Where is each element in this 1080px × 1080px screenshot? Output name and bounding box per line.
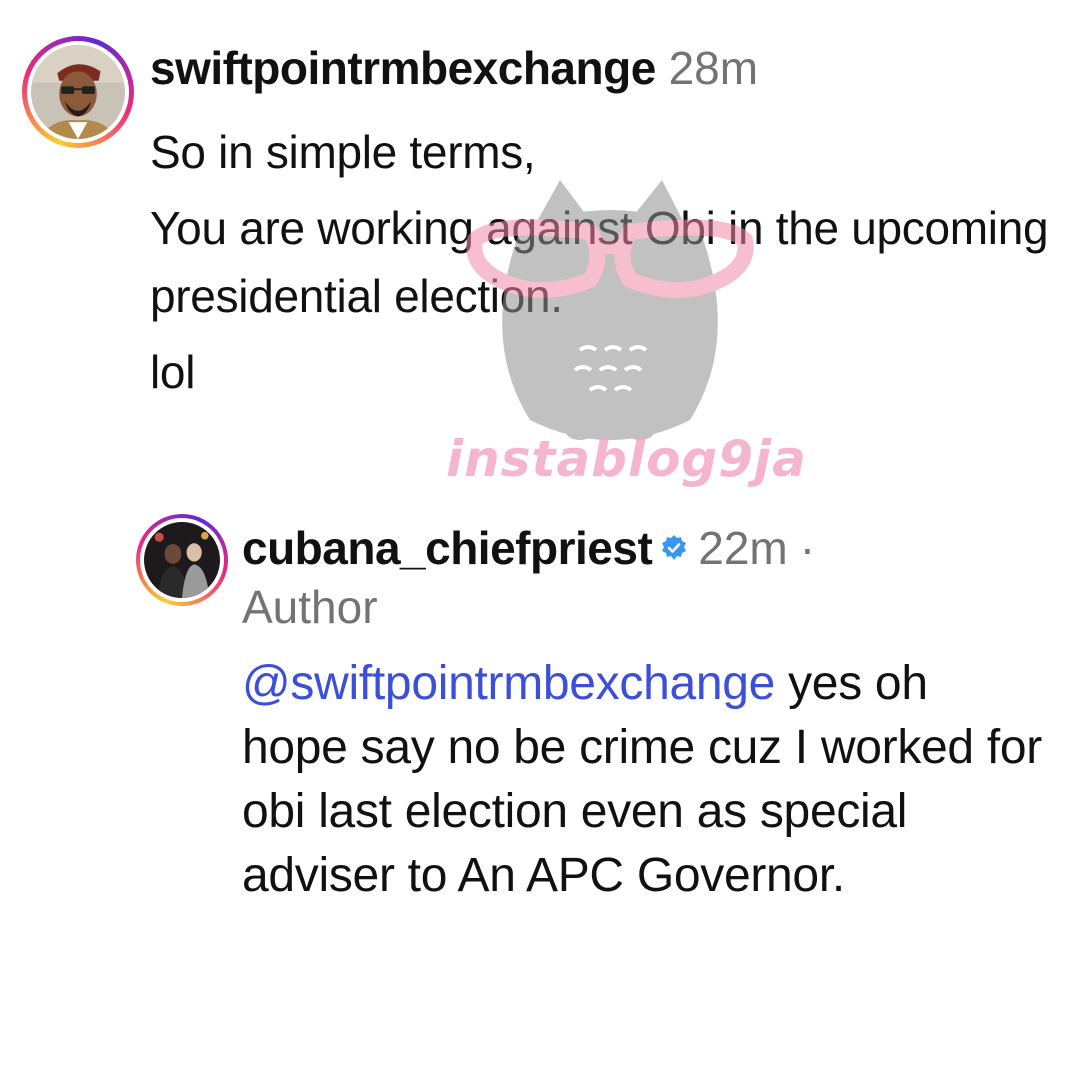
username-link[interactable]: cubana_chiefpriest xyxy=(242,519,653,577)
comment-header: cubana_chiefpriest 22m · xyxy=(242,519,815,577)
comment-line: So in simple terms, xyxy=(150,126,536,178)
mention-link[interactable]: @swiftpointrmbexchange xyxy=(242,657,775,710)
comment-timestamp: 22m xyxy=(698,522,788,574)
comment-body: So in simple terms, You are working agai… xyxy=(150,118,1050,406)
avatar-gap xyxy=(140,518,224,602)
comment-timestamp: 28m xyxy=(668,42,759,94)
comment-header: swiftpointrmbexchange 28m xyxy=(150,40,758,96)
watermark-logo-text: instablog9ja xyxy=(446,430,807,488)
reply-body: @swiftpointrmbexchange yes oh hope say n… xyxy=(242,652,1042,908)
username-link[interactable]: swiftpointrmbexchange xyxy=(150,42,656,94)
author-label: Author xyxy=(242,581,378,633)
avatar-swiftpointrmbexchange[interactable] xyxy=(22,36,134,148)
comment-line: lol xyxy=(150,346,196,398)
avatar-gap xyxy=(27,41,129,143)
comment-line: You are working against Obi in the upcom… xyxy=(150,202,1049,322)
verified-badge-icon xyxy=(660,534,688,562)
separator-dot: · xyxy=(799,522,816,574)
avatar-image xyxy=(144,522,220,598)
avatar-cubana-chiefpriest[interactable] xyxy=(136,514,228,606)
avatar-image xyxy=(31,45,125,139)
